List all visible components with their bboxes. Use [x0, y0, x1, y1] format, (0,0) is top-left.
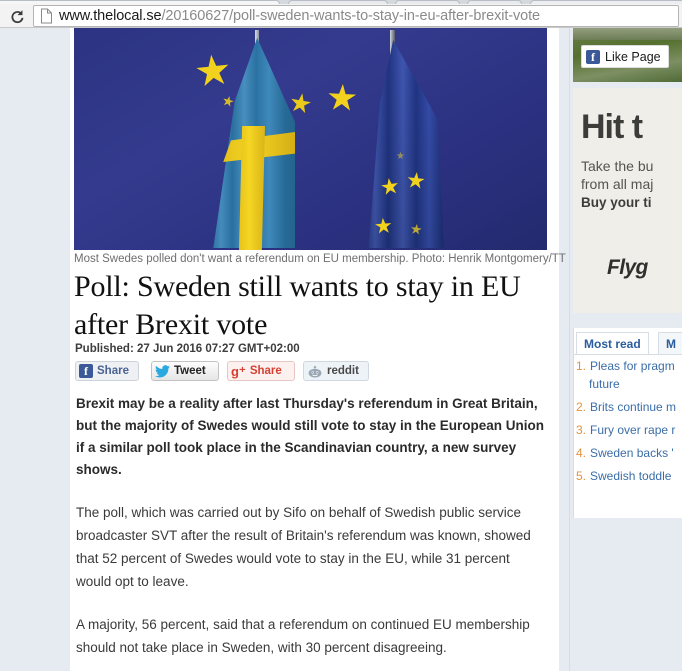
- eu-star-icon: ★: [408, 220, 424, 238]
- most-read-rank: 4.: [576, 446, 587, 460]
- google-plus-icon: g⁺: [231, 363, 246, 379]
- facebook-like-page-button[interactable]: f Like Page: [581, 45, 669, 68]
- share-googleplus-button[interactable]: g⁺ Share: [227, 361, 295, 381]
- tab-most-read[interactable]: Most read: [576, 332, 649, 354]
- swedish-flag: [209, 30, 299, 250]
- tab-more[interactable]: M: [658, 332, 682, 354]
- swedish-flag-cross-vertical: [239, 126, 265, 250]
- article-published-date: Published: 27 Jun 2016 07:27 GMT+02:00: [75, 343, 300, 355]
- address-bar-url: www.thelocal.se/20160627/poll-sweden-wan…: [59, 8, 540, 24]
- ad-subline: Take the bu: [581, 158, 654, 174]
- article-photo-caption: Most Swedes polled don't want a referend…: [74, 253, 566, 265]
- most-read-rank: 2.: [576, 400, 587, 414]
- eu-flag-cloth: ★ ★ ★ ★ ★: [368, 40, 444, 248]
- browser-chrome: www.thelocal.se/20160627/poll-sweden-wan…: [0, 0, 682, 28]
- most-read-item[interactable]: 3. Fury over rape r: [576, 422, 682, 438]
- share-facebook-button[interactable]: f Share: [75, 361, 139, 381]
- ad-headline: Hit t: [581, 108, 643, 146]
- most-read-item[interactable]: 1. Pleas for pragm: [576, 358, 682, 374]
- sidebar-divider: [569, 28, 570, 671]
- address-bar-domain: www.thelocal.se: [59, 8, 162, 24]
- most-read-list: 1. Pleas for pragm future 2. Brits conti…: [576, 358, 682, 491]
- share-twitter-label: Tweet: [174, 365, 206, 377]
- ad-call-to-action[interactable]: Buy your ti: [581, 195, 652, 210]
- twitter-bird-icon: [155, 364, 170, 378]
- article-hero-figure: ★ ★ ★ ★ ★ ★ ★ ★ ★: [74, 28, 547, 250]
- browser-toolbar: www.thelocal.se/20160627/poll-sweden-wan…: [0, 4, 682, 27]
- most-read-rank: 1.: [576, 359, 587, 373]
- sidebar-advertisement[interactable]: Hit t Take the bu from all maj Buy your …: [573, 88, 682, 313]
- address-bar[interactable]: www.thelocal.se/20160627/poll-sweden-wan…: [33, 5, 679, 27]
- most-read-link[interactable]: Pleas for pragm: [590, 358, 682, 374]
- most-read-rank: 5.: [576, 469, 587, 483]
- page-document-icon[interactable]: [39, 8, 54, 24]
- reddit-alien-icon: [307, 365, 323, 378]
- share-reddit-label: reddit: [327, 365, 359, 377]
- page-viewport: ★ ★ ★ ★ ★ ★ ★ ★ ★ Most Swedes polled don…: [0, 28, 682, 671]
- share-twitter-button[interactable]: Tweet: [151, 361, 219, 381]
- article-body: Brexit may be a reality after last Thurs…: [76, 393, 546, 671]
- eu-star-icon: ★: [378, 172, 402, 201]
- facebook-icon: f: [79, 364, 93, 378]
- most-read-item[interactable]: 5. Swedish toddle: [576, 468, 682, 484]
- article-paragraph: A majority, 56 percent, said that a refe…: [76, 617, 530, 655]
- facebook-page-widget: f Like Page: [573, 28, 682, 82]
- article-lead-paragraph: Brexit may be a reality after last Thurs…: [76, 396, 545, 477]
- most-read-item[interactable]: 4. Sweden backs ': [576, 445, 682, 461]
- ad-brand-logo: Flyg: [607, 256, 648, 279]
- eu-star-icon: ★: [404, 167, 428, 194]
- address-bar-path: /20160627/poll-sweden-wants-to-stay-in-e…: [161, 8, 541, 24]
- eu-star-icon: ★: [324, 76, 360, 119]
- article-hero-photo: ★ ★ ★ ★ ★ ★ ★ ★ ★: [74, 28, 547, 250]
- facebook-icon: f: [586, 49, 600, 64]
- most-read-link-continuation[interactable]: future: [589, 376, 620, 392]
- share-googleplus-label: Share: [249, 365, 282, 377]
- right-sidebar: f Like Page Hit t Take the bu from all m…: [569, 28, 682, 671]
- social-share-bar: f Share Tweet g⁺ Share reddit: [75, 361, 545, 383]
- article-paragraph: The poll, which was carried out by Sifo …: [76, 505, 531, 589]
- most-read-link[interactable]: Fury over rape r: [590, 422, 675, 438]
- most-read-item-continuation[interactable]: future: [576, 376, 682, 392]
- most-read-link[interactable]: Sweden backs ': [590, 445, 674, 461]
- share-reddit-button[interactable]: reddit: [303, 361, 369, 381]
- share-facebook-label: Share: [97, 365, 129, 377]
- facebook-like-page-label: Like Page: [605, 49, 661, 64]
- most-read-panel: Most read M 1. Pleas for pragm future 2.…: [573, 328, 682, 518]
- ad-subline: from all maj: [581, 176, 654, 192]
- article-column: ★ ★ ★ ★ ★ ★ ★ ★ ★ Most Swedes polled don…: [70, 28, 566, 671]
- eu-star-icon: ★: [373, 214, 394, 239]
- most-read-item[interactable]: 2. Brits continue m: [576, 399, 682, 415]
- most-read-link[interactable]: Brits continue m: [590, 399, 676, 415]
- most-read-link[interactable]: Swedish toddle: [590, 468, 671, 484]
- eu-star-icon: ★: [396, 151, 405, 162]
- most-read-tabs: Most read M: [574, 328, 682, 355]
- reload-icon[interactable]: [6, 6, 28, 26]
- article-headline: Poll: Sweden still wants to stay in EU a…: [74, 270, 521, 341]
- most-read-rank: 3.: [576, 423, 587, 437]
- eu-flag: ★ ★ ★ ★ ★: [362, 30, 452, 248]
